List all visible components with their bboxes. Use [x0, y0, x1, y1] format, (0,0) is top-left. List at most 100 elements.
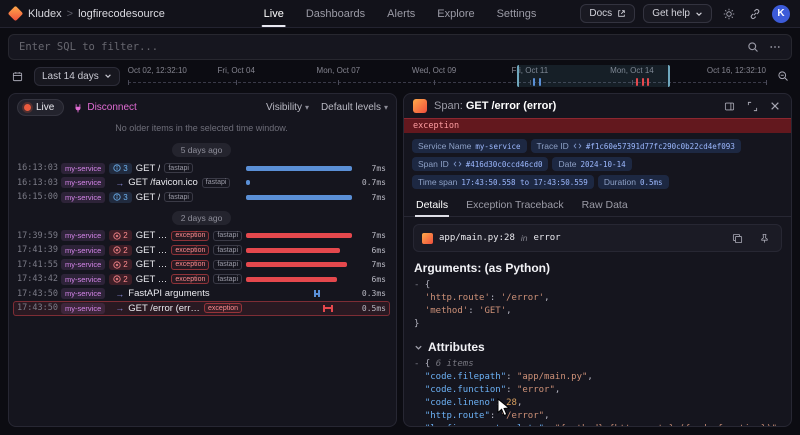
- disconnect-button[interactable]: Disconnect: [73, 102, 136, 113]
- detail-chip-span-id[interactable]: Span ID#416d30c0ccd46cd0: [412, 157, 548, 171]
- duration-bar: [246, 180, 250, 185]
- nav-tab-live[interactable]: Live: [253, 0, 295, 27]
- calendar-icon[interactable]: [8, 67, 26, 85]
- detail-chip-trace-id[interactable]: Trace ID#f1c60e57391d77fc290c0b22cd4ef09…: [531, 139, 741, 153]
- zoom-out-icon[interactable]: [774, 67, 792, 85]
- duration-bar: [246, 262, 347, 267]
- trace-row[interactable]: 17:43:42my-service2GET /errorexceptionfa…: [13, 272, 390, 287]
- chevron-down-icon[interactable]: [414, 343, 423, 352]
- detail-chip-time-span[interactable]: Time span17:43:50.558 to 17:43:50.559: [412, 175, 594, 189]
- logfire-logo-icon[interactable]: [8, 6, 24, 22]
- child-span-arrow-icon: →: [115, 303, 124, 313]
- code-line: "code.lineno": 28,: [414, 397, 781, 410]
- chip-label: Time span: [418, 177, 457, 187]
- timeline-tick-label: Mon, Oct 07: [317, 66, 361, 75]
- trace-row[interactable]: 16:13:03my-service3GET /fastapi7ms: [13, 161, 390, 176]
- theme-toggle-icon[interactable]: [720, 5, 738, 23]
- trace-row[interactable]: 17:43:50my-service→GET /error (error)exc…: [13, 301, 390, 316]
- error-count-badge: 2: [109, 274, 131, 285]
- trace-row[interactable]: 17:41:39my-service2GET /errorexceptionfa…: [13, 243, 390, 258]
- row-message: GET /error: [136, 245, 168, 256]
- breadcrumb-project[interactable]: logfirecodesource: [78, 8, 165, 20]
- default-levels-dropdown[interactable]: Default levels ▾: [321, 102, 388, 113]
- sql-filter-input[interactable]: [19, 41, 737, 53]
- nav-tab-alerts[interactable]: Alerts: [376, 0, 426, 27]
- timeline-tick-mark: [766, 80, 767, 85]
- timeline-event-tick: [533, 78, 535, 86]
- code-line: }: [414, 318, 781, 331]
- row-duration: 0.3ms: [360, 289, 386, 298]
- code-line: "logfire.msg_template": "{method} {http.…: [414, 423, 781, 427]
- row-duration: 6ms: [360, 275, 386, 284]
- timeline-event-tick: [636, 78, 638, 86]
- get-help-button[interactable]: Get help: [643, 4, 712, 23]
- more-options-icon[interactable]: [769, 41, 781, 53]
- chip-label: Span ID: [418, 159, 449, 169]
- user-avatar[interactable]: K: [772, 5, 790, 23]
- trace-row[interactable]: 16:13:03my-service→GET /favicon.icofasta…: [13, 176, 390, 191]
- duration-bar: [246, 248, 340, 253]
- panel-right-icon[interactable]: [722, 99, 736, 113]
- row-message: GET /error (error): [128, 303, 200, 314]
- close-icon[interactable]: [768, 99, 782, 113]
- breadcrumb-org[interactable]: Kludex: [28, 8, 62, 20]
- trace-row[interactable]: 17:41:55my-service2GET /errorexceptionfa…: [13, 258, 390, 273]
- detail-tab-exception-traceback[interactable]: Exception Traceback: [465, 197, 564, 216]
- row-timestamp: 16:13:03: [17, 163, 57, 173]
- timeline-tick-mark: [236, 80, 237, 85]
- pin-icon[interactable]: [755, 229, 773, 247]
- nav-actions: Docs Get help K: [580, 4, 790, 23]
- timeline[interactable]: Oct 02, 12:32:10Fri, Oct 04Mon, Oct 07We…: [128, 65, 766, 87]
- docs-button[interactable]: Docs: [580, 4, 635, 23]
- arguments-code: - { 'http.route': '/error', 'method': 'G…: [414, 279, 781, 331]
- timeline-tick-label: Oct 02, 12:32:10: [128, 66, 187, 75]
- row-duration: 7ms: [360, 260, 386, 269]
- source-file[interactable]: app/main.py:28: [439, 233, 515, 243]
- arguments-heading-label: Arguments: (as Python): [414, 261, 550, 275]
- sql-filter-bar: [8, 34, 792, 60]
- row-timestamp: 17:39:59: [17, 231, 57, 241]
- detail-chip-date[interactable]: Date2024-10-14: [552, 157, 631, 171]
- live-button[interactable]: Live: [17, 99, 64, 116]
- row-message: GET /error: [136, 230, 168, 241]
- row-duration: 0.5ms: [360, 304, 386, 313]
- chip-value: 0.5ms: [640, 178, 663, 187]
- detail-chips: Service Namemy-service Trace ID#f1c60e573…: [404, 133, 791, 190]
- trace-row[interactable]: 17:39:59my-service2GET /errorexceptionfa…: [13, 229, 390, 244]
- source-in-label: in: [521, 233, 528, 243]
- docs-label: Docs: [589, 8, 612, 19]
- service-badge: my-service: [61, 192, 105, 203]
- logfire-mini-icon: [422, 233, 433, 244]
- code-line: "code.function": "error",: [414, 384, 781, 397]
- nav-tab-settings[interactable]: Settings: [486, 0, 548, 27]
- detail-title: Span: GET /error (error): [434, 100, 556, 112]
- search-icon[interactable]: [747, 41, 759, 53]
- detail-tab-raw-data[interactable]: Raw Data: [581, 197, 629, 216]
- nav-tab-dashboards[interactable]: Dashboards: [295, 0, 376, 27]
- time-range-button[interactable]: Last 14 days: [34, 67, 120, 86]
- detail-chip-service-name[interactable]: Service Namemy-service: [412, 139, 527, 153]
- tag-fastapi: fastapi: [164, 192, 193, 202]
- copy-icon[interactable]: [728, 229, 746, 247]
- code-line: - { 6 items: [414, 358, 781, 371]
- visibility-dropdown[interactable]: Visibility ▾: [266, 102, 309, 113]
- expand-icon[interactable]: [745, 99, 759, 113]
- duration-bar: [323, 305, 333, 312]
- span-detail-panel: Span: GET /error (error) exception Servi…: [403, 93, 792, 427]
- row-timestamp: 17:43:50: [17, 289, 57, 299]
- share-link-icon[interactable]: [746, 5, 764, 23]
- attributes-heading-label: Attributes: [428, 340, 485, 354]
- tag-fastapi: fastapi: [164, 163, 193, 173]
- trace-row[interactable]: 17:43:50my-service→FastAPI arguments0.3m…: [13, 287, 390, 302]
- detail-chip-duration[interactable]: Duration0.5ms: [598, 175, 669, 189]
- trace-row[interactable]: 16:15:00my-service3GET /fastapi7ms: [13, 190, 390, 205]
- chevron-down-icon: [695, 10, 703, 18]
- detail-tab-details[interactable]: Details: [415, 197, 449, 216]
- timeline-event-tick: [642, 78, 644, 86]
- source-location-row: app/main.py:28 in error: [413, 224, 782, 252]
- code-line: 'http.route': '/error',: [414, 292, 781, 305]
- app-root: Kludex > logfirecodesource LiveDashboard…: [0, 0, 800, 435]
- nav-tab-explore[interactable]: Explore: [426, 0, 485, 27]
- detail-header-actions: [722, 99, 782, 113]
- error-count-badge: 2: [109, 259, 131, 270]
